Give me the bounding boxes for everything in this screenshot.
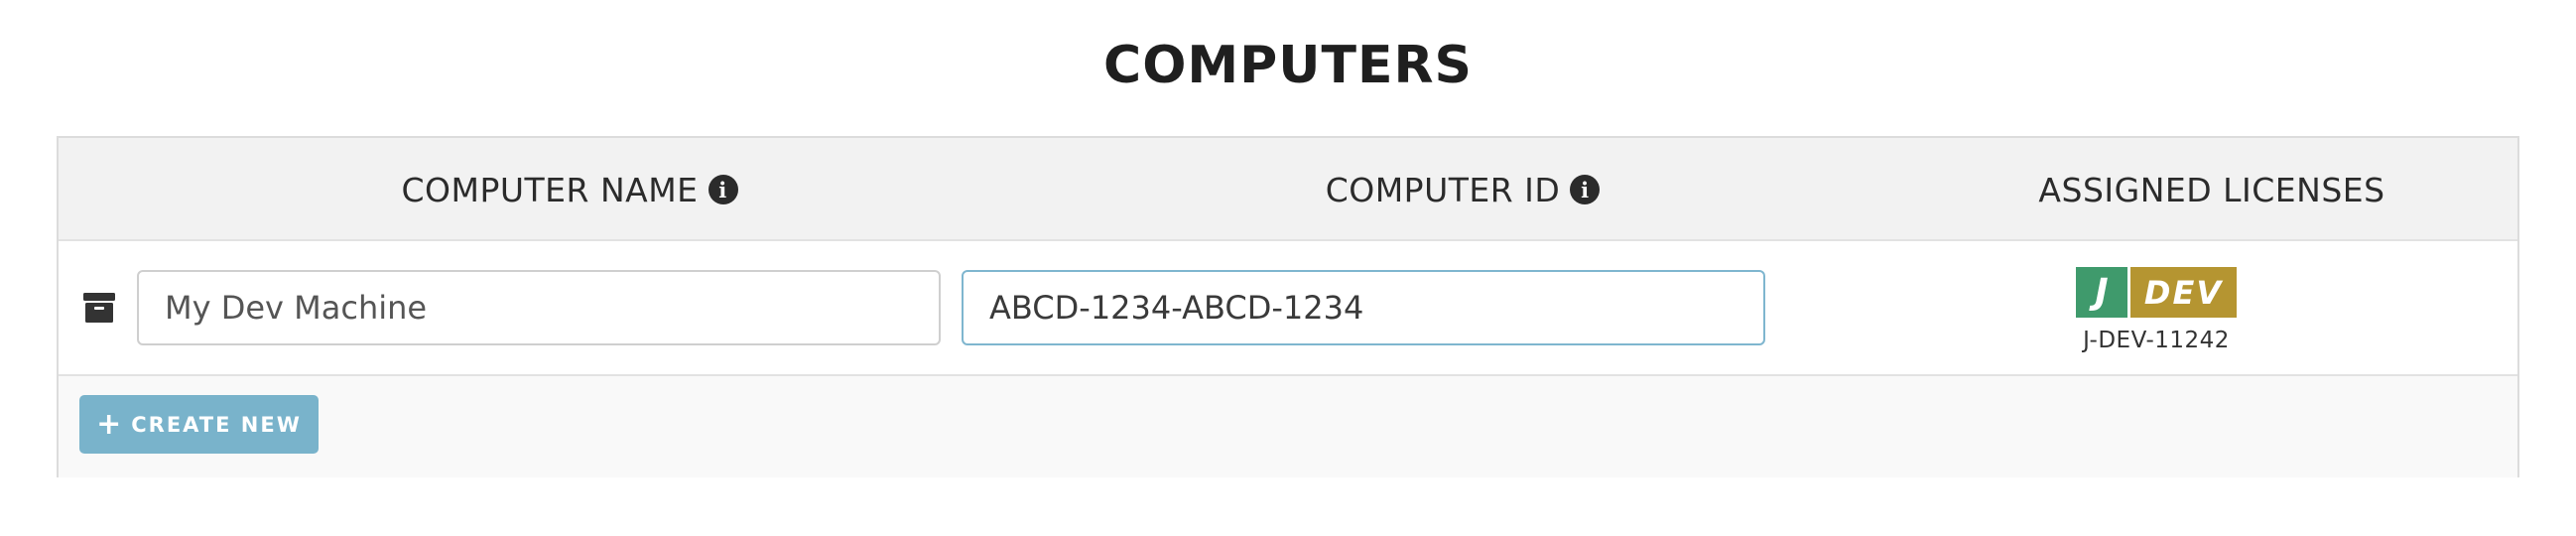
license-badge-edition: DEV xyxy=(2130,267,2237,318)
page-title: COMPUTERS xyxy=(1103,36,1473,95)
column-header-label: COMPUTER NAME xyxy=(401,170,699,209)
computer-name-input[interactable] xyxy=(137,270,941,345)
column-header-label: COMPUTER ID xyxy=(1325,170,1561,209)
license-item[interactable]: J DEV J-DEV-11242 xyxy=(2057,267,2255,356)
plus-icon: + xyxy=(96,406,124,442)
create-new-button[interactable]: + CREATE NEW xyxy=(79,395,319,454)
license-code: J-DEV-11242 xyxy=(2083,328,2230,353)
license-badge-product: J xyxy=(2076,267,2127,318)
table-header: COMPUTER NAME i COMPUTER ID i ASSIGNED L… xyxy=(59,138,2517,241)
license-badge: J DEV xyxy=(2076,267,2237,318)
info-icon[interactable]: i xyxy=(1570,175,1601,204)
table-footer: + CREATE NEW xyxy=(59,376,2517,477)
column-header-label: ASSIGNED LICENSES xyxy=(2038,170,2385,209)
archive-icon[interactable] xyxy=(83,293,115,323)
column-header-assigned-licenses: ASSIGNED LICENSES xyxy=(1964,138,2460,241)
column-header-computer-name: COMPUTER NAME i xyxy=(59,138,1081,241)
computers-table: COMPUTER NAME i COMPUTER ID i ASSIGNED L… xyxy=(57,136,2519,477)
computer-id-input[interactable] xyxy=(962,270,1765,345)
table-row: J DEV J-DEV-11242 xyxy=(59,241,2517,376)
column-header-computer-id: COMPUTER ID i xyxy=(952,138,1974,241)
info-icon[interactable]: i xyxy=(708,175,738,204)
create-new-label: CREATE NEW xyxy=(131,412,302,437)
